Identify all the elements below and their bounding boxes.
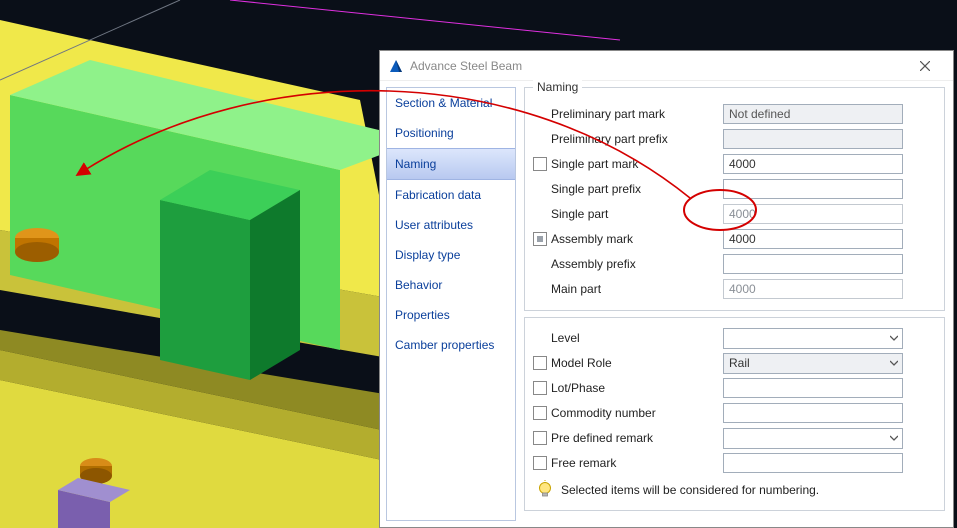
- nav-behavior[interactable]: Behavior: [387, 270, 515, 300]
- nav-camber[interactable]: Camber properties: [387, 330, 515, 360]
- checkbox-lot-phase[interactable]: [533, 381, 547, 395]
- lightbulb-icon: [535, 480, 555, 500]
- nav-fabrication[interactable]: Fabrication data: [387, 180, 515, 210]
- combo-level[interactable]: [723, 328, 903, 349]
- chevron-down-icon: [890, 434, 898, 442]
- nav-positioning[interactable]: Positioning: [387, 118, 515, 148]
- label-main-part: Main part: [551, 282, 701, 296]
- nav-properties[interactable]: Properties: [387, 300, 515, 330]
- combo-model-role-value: Rail: [729, 356, 750, 370]
- label-level: Level: [551, 331, 701, 345]
- input-free-remark[interactable]: [723, 453, 903, 473]
- footer-note-row: Selected items will be considered for nu…: [533, 476, 936, 502]
- label-model-role: Model Role: [551, 356, 701, 370]
- label-single-mark: Single part mark: [551, 157, 701, 171]
- app-icon: [388, 58, 404, 74]
- checkbox-commodity[interactable]: [533, 406, 547, 420]
- label-assembly-prefix: Assembly prefix: [551, 257, 701, 271]
- input-main-part: [723, 279, 903, 299]
- category-nav: Section & Material Positioning Naming Fa…: [386, 87, 516, 521]
- checkbox-assembly-mark[interactable]: [533, 232, 547, 246]
- label-single-part: Single part: [551, 207, 701, 221]
- chevron-down-icon: [890, 334, 898, 342]
- checkbox-predef-remark[interactable]: [533, 431, 547, 445]
- input-single-prefix[interactable]: [723, 179, 903, 199]
- checkbox-free-remark[interactable]: [533, 456, 547, 470]
- label-commodity: Commodity number: [551, 406, 701, 420]
- chevron-down-icon: [890, 359, 898, 367]
- label-prelim-mark: Preliminary part mark: [551, 107, 701, 121]
- nav-section-material[interactable]: Section & Material: [387, 88, 515, 118]
- combo-model-role[interactable]: Rail: [723, 353, 903, 374]
- group-naming-title: Naming: [533, 80, 582, 94]
- input-single-mark[interactable]: [723, 154, 903, 174]
- checkbox-model-role[interactable]: [533, 356, 547, 370]
- combo-predef-remark[interactable]: [723, 428, 903, 449]
- input-assembly-mark[interactable]: [723, 229, 903, 249]
- dialog-titlebar[interactable]: Advance Steel Beam: [380, 51, 953, 81]
- input-single-part: [723, 204, 903, 224]
- footer-note: Selected items will be considered for nu…: [561, 483, 819, 497]
- input-prelim-mark: [723, 104, 903, 124]
- input-assembly-prefix[interactable]: [723, 254, 903, 274]
- nav-display-type[interactable]: Display type: [387, 240, 515, 270]
- group-naming: Naming Preliminary part mark Preliminary…: [524, 87, 945, 311]
- input-commodity[interactable]: [723, 403, 903, 423]
- input-prelim-prefix: [723, 129, 903, 149]
- label-prelim-prefix: Preliminary part prefix: [551, 132, 701, 146]
- input-lot-phase[interactable]: [723, 378, 903, 398]
- checkbox-single-mark[interactable]: [533, 157, 547, 171]
- nav-naming[interactable]: Naming: [387, 148, 515, 180]
- group-misc: Level Model Role Rail: [524, 317, 945, 511]
- label-predef-remark: Pre defined remark: [551, 431, 701, 445]
- close-button[interactable]: [905, 52, 945, 80]
- label-free-remark: Free remark: [551, 456, 701, 470]
- dialog-title: Advance Steel Beam: [410, 59, 522, 73]
- label-single-prefix: Single part prefix: [551, 182, 701, 196]
- label-assembly-mark: Assembly mark: [551, 232, 701, 246]
- close-icon: [920, 61, 930, 71]
- label-lot-phase: Lot/Phase: [551, 381, 701, 395]
- beam-properties-dialog: Advance Steel Beam Section & Material Po…: [379, 50, 954, 528]
- nav-user-attributes[interactable]: User attributes: [387, 210, 515, 240]
